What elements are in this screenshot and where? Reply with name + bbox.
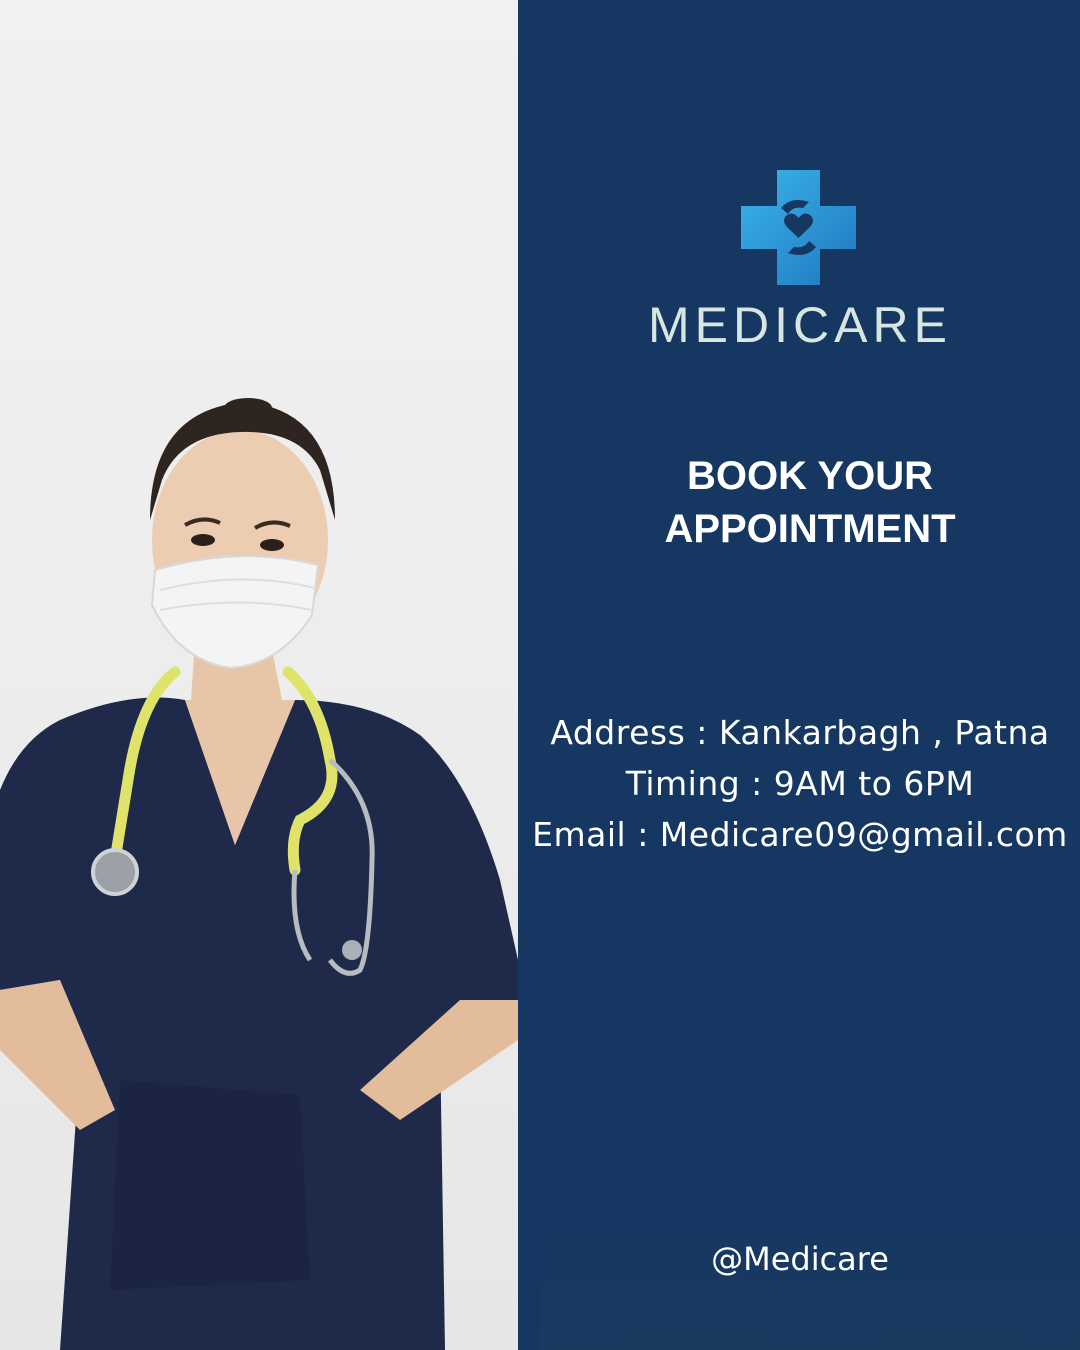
email-text: Email : Medicare09@gmail.com bbox=[532, 815, 1068, 854]
address-text: Address : Kankarbagh , Patna bbox=[550, 713, 1050, 752]
headline-line-2: APPOINTMENT bbox=[664, 507, 956, 551]
social-handle: @Medicare bbox=[711, 1240, 889, 1278]
brand-name: MEDICARE bbox=[648, 297, 952, 353]
doctor-photo bbox=[0, 0, 518, 1350]
medical-cross-hands-heart-icon bbox=[741, 170, 856, 285]
footer-band bbox=[540, 1215, 1080, 1350]
headline: BOOK YOUR APPOINTMENT bbox=[540, 450, 1080, 556]
headline-line-1: BOOK YOUR bbox=[687, 454, 933, 498]
contact-info: Address : Kankarbagh , Patna Timing : 9A… bbox=[520, 707, 1080, 860]
nurse-illustration bbox=[0, 398, 518, 1350]
timing-text: Timing : 9AM to 6PM bbox=[625, 764, 975, 803]
